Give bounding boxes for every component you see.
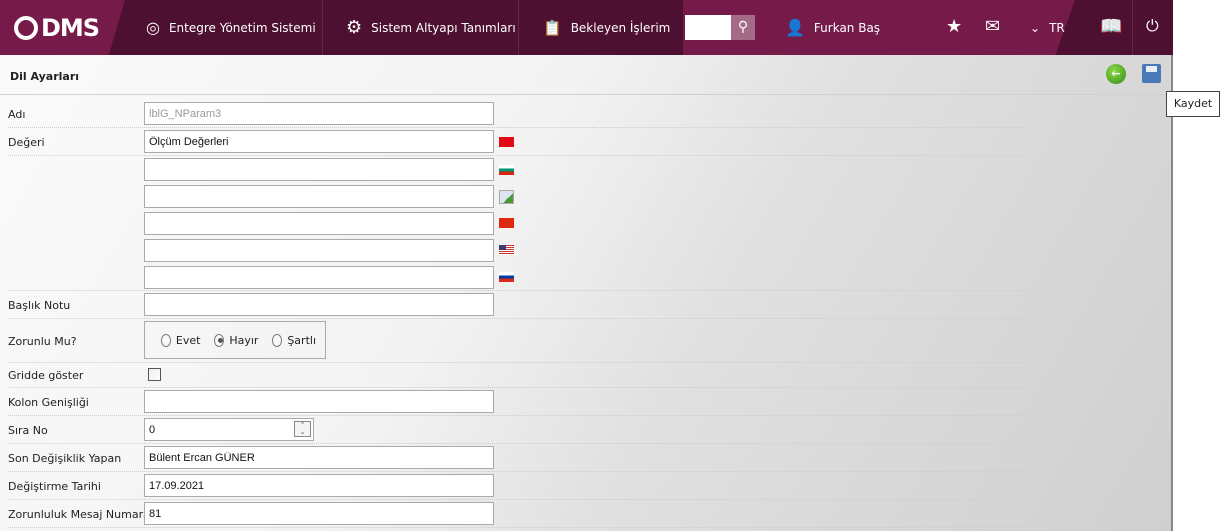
- radio-evet[interactable]: [161, 333, 171, 347]
- son-input[interactable]: [144, 446, 494, 469]
- search-icon: ⚲: [737, 19, 749, 35]
- flag-ru-icon: [499, 272, 514, 282]
- gear-icon: ⚙: [346, 17, 363, 38]
- nav-label: Sistem Altyapı Tanımları: [371, 20, 516, 35]
- save-tooltip: Kaydet: [1166, 91, 1220, 117]
- broken-image-icon: [499, 190, 514, 204]
- top-navbar: DMS ◎ Entegre Yönetim Sistemi ⚙ Sistem Alt…: [0, 0, 1173, 55]
- nav-sistem-altyapi[interactable]: ⚙ Sistem Altyapı Tanımları: [346, 0, 516, 55]
- kolon-label: Kolon Genişliği: [8, 396, 89, 409]
- sira-label: Sıra No: [8, 424, 48, 437]
- degeri-unknown-input[interactable]: [144, 185, 494, 208]
- tarih-label: Değiştirme Tarihi: [8, 480, 101, 493]
- search-button[interactable]: ⚲: [731, 15, 755, 40]
- kolon-input[interactable]: [144, 390, 494, 413]
- adi-input[interactable]: [144, 102, 494, 125]
- power-icon[interactable]: ⏻: [1146, 16, 1159, 36]
- flag-tr-icon: [499, 137, 514, 147]
- save-disk-icon[interactable]: [1142, 64, 1161, 83]
- radio-label: Evet: [175, 333, 201, 347]
- baslik-input[interactable]: [144, 293, 494, 316]
- radio-hayir[interactable]: [214, 333, 225, 347]
- zorunlu-label: Zorunlu Mu?: [8, 335, 77, 348]
- manual-book-icon[interactable]: 📖: [1100, 16, 1122, 37]
- qdms-logo[interactable]: DMS: [0, 0, 125, 55]
- degeri-bg-input[interactable]: [144, 158, 494, 181]
- nav-label: Entegre Yönetim Sistemi: [168, 20, 316, 35]
- user-icon: 👤: [785, 18, 805, 37]
- nav-label: Bekleyen İşlerim: [570, 20, 671, 35]
- language-select[interactable]: ⌄ TR: [1030, 0, 1065, 55]
- degeri-ru-input[interactable]: [144, 266, 494, 289]
- page-title: Dil Ayarları: [10, 70, 80, 83]
- zorunlu-radio-group: Evet Hayır Şartlı: [144, 321, 326, 359]
- user-menu[interactable]: 👤 Furkan Baş: [785, 0, 880, 55]
- nav-entegre[interactable]: ◎ Entegre Yönetim Sistemi: [146, 0, 316, 55]
- degeri-tr-input[interactable]: [144, 130, 494, 153]
- back-arrow-icon[interactable]: ←: [1106, 64, 1126, 84]
- user-name: Furkan Baş: [813, 20, 881, 35]
- gridde-checkbox[interactable]: [148, 368, 161, 381]
- adi-label: Adı: [8, 108, 26, 121]
- radio-label: Şartlı: [287, 333, 316, 347]
- flag-us-icon: [499, 245, 514, 255]
- mesaj-label: Zorunluluk Mesaj Numarası: [8, 508, 159, 521]
- nav-bekleyen[interactable]: 📋 Bekleyen İşlerim: [543, 0, 670, 55]
- gridde-label: Gridde göster: [8, 369, 84, 382]
- baslik-label: Başlık Notu: [8, 299, 71, 312]
- radio-sartli[interactable]: [272, 333, 283, 347]
- mail-icon[interactable]: ✉: [985, 16, 1000, 37]
- degeri-us-input[interactable]: [144, 239, 494, 262]
- sira-spinner[interactable]: ⌃ ⌄: [294, 421, 311, 437]
- clipboard-icon: 📋: [543, 18, 562, 37]
- sira-input[interactable]: [144, 418, 314, 441]
- degeri-cn-input[interactable]: [144, 212, 494, 235]
- chevron-down-icon: ⌄: [1030, 20, 1041, 35]
- tarih-input[interactable]: [144, 474, 494, 497]
- q-logo-icon: [14, 15, 38, 40]
- star-icon[interactable]: ★: [946, 16, 962, 37]
- flag-bg-icon: [499, 165, 514, 175]
- flag-cn-icon: [499, 218, 514, 228]
- radio-label: Hayır: [229, 333, 259, 347]
- language-label: TR: [1049, 20, 1065, 35]
- mesaj-input[interactable]: [144, 502, 494, 525]
- q-circle-icon: ◎: [146, 18, 160, 37]
- degeri-label: Değeri: [8, 136, 45, 149]
- search-input[interactable]: [685, 15, 731, 40]
- son-label: Son Değişiklik Yapan: [8, 452, 122, 465]
- logo-text: DMS: [41, 13, 100, 42]
